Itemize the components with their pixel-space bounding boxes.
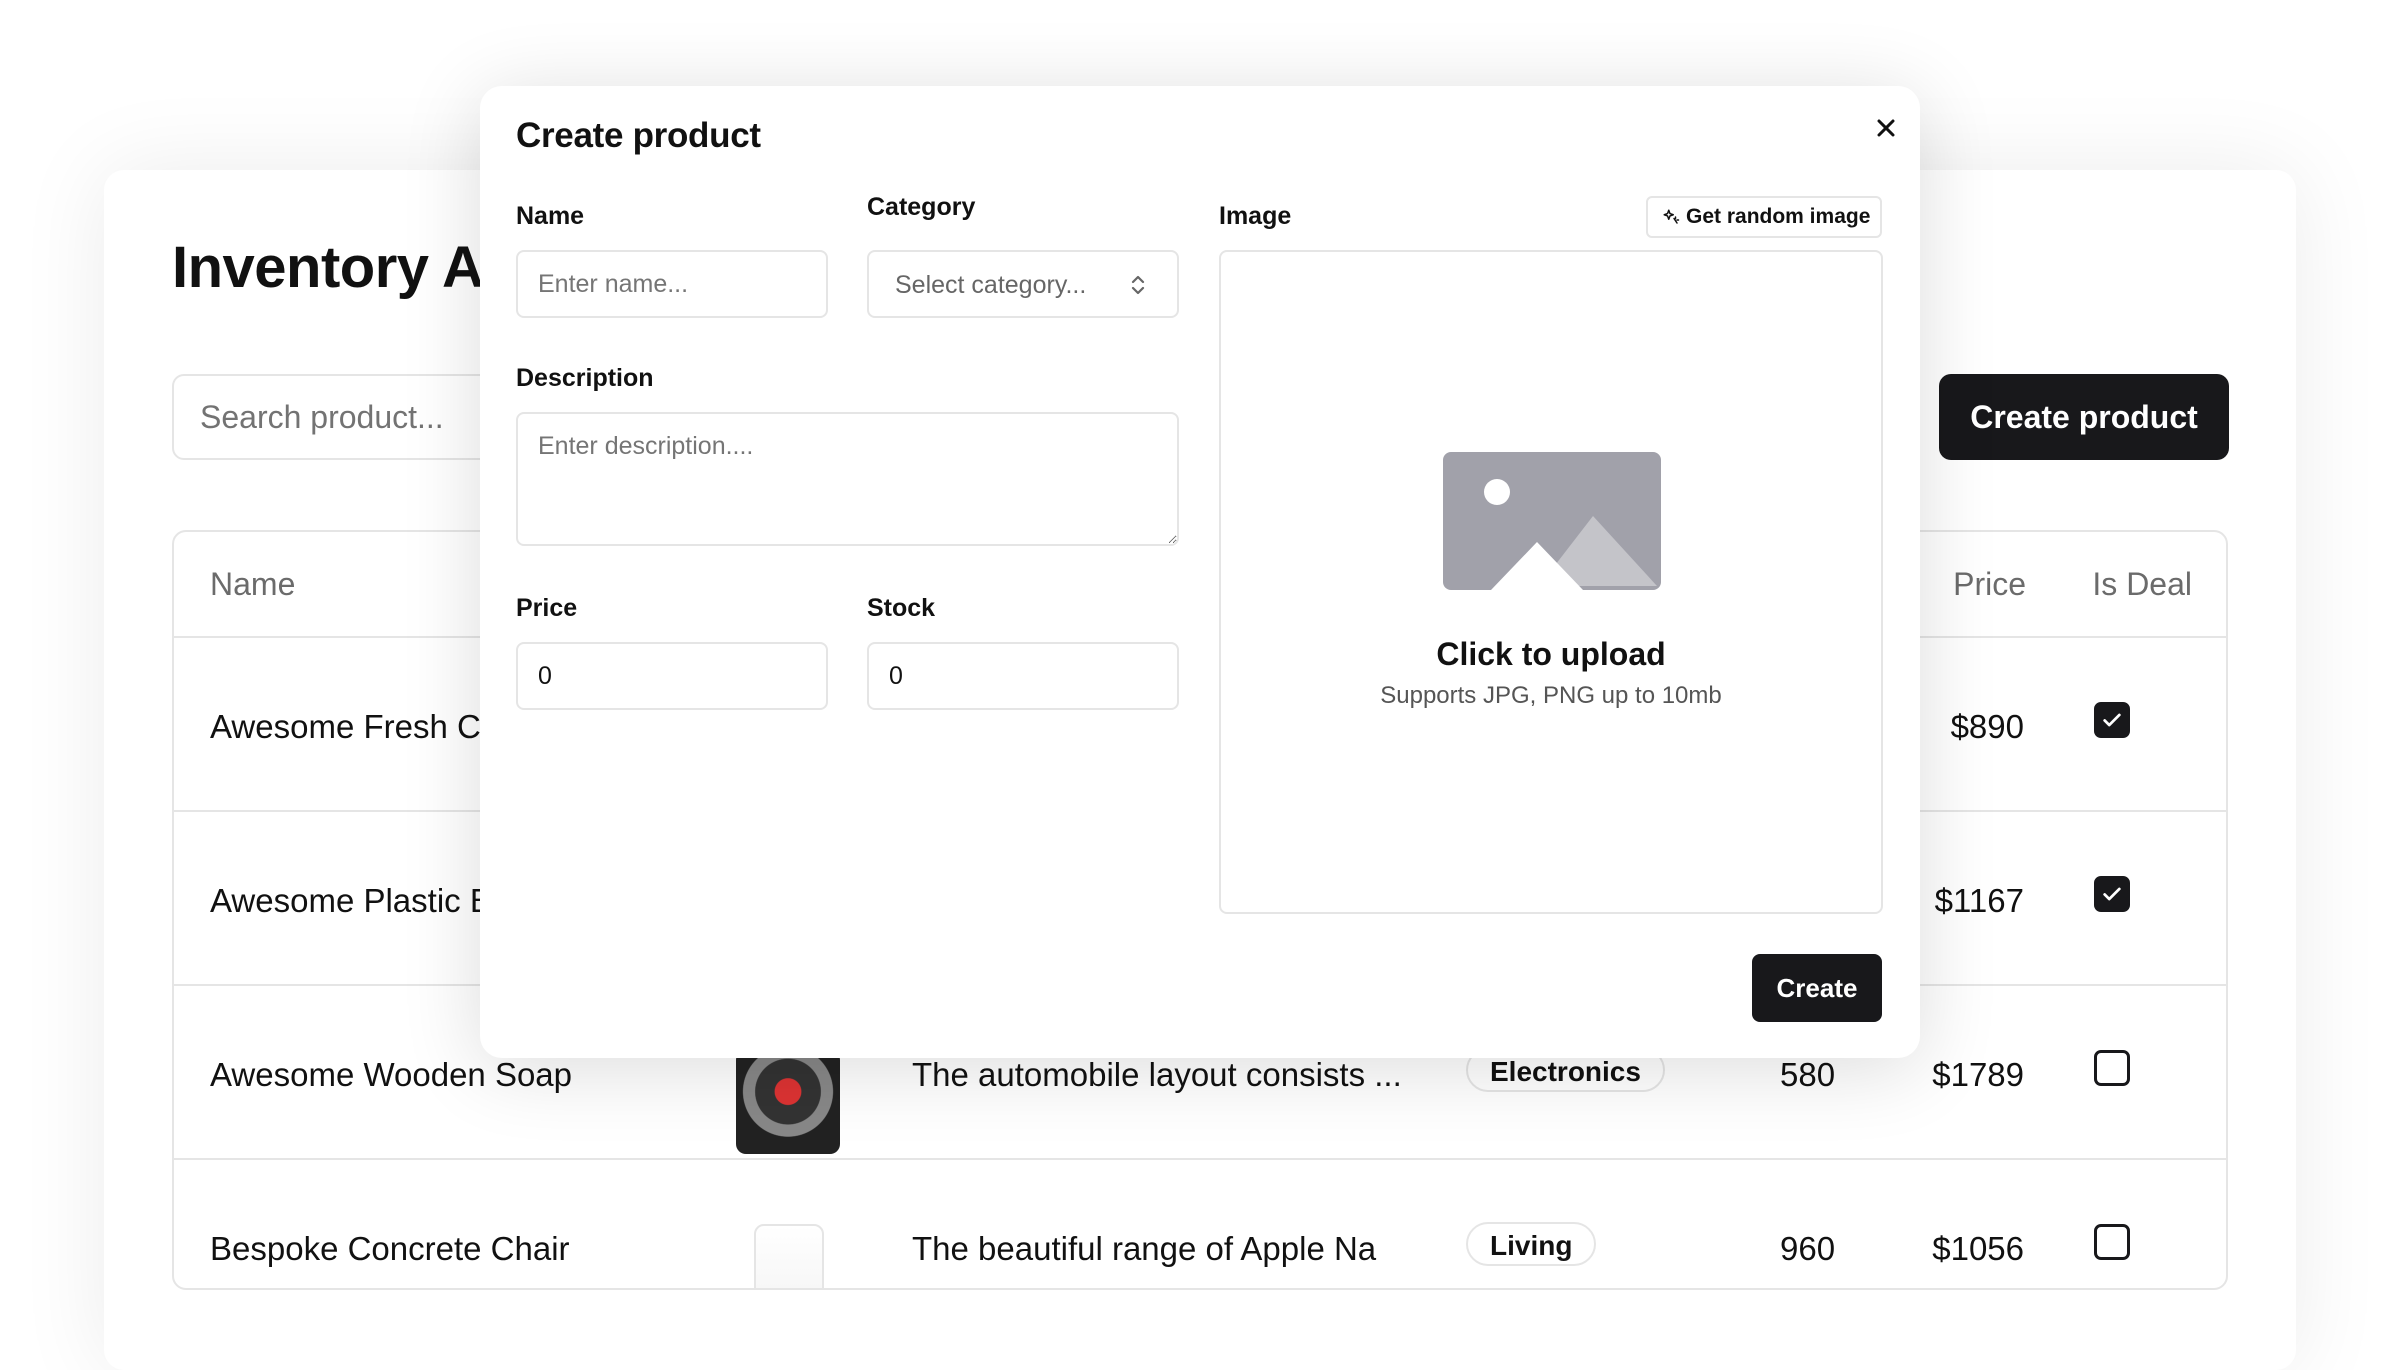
product-name: Bespoke Concrete Chair	[210, 1230, 570, 1267]
product-name: Awesome Wooden Soap	[210, 1056, 573, 1093]
product-thumbnail	[736, 1050, 840, 1154]
price-label: Price	[516, 594, 578, 622]
product-description: The automobile layout consists ...	[912, 1056, 1402, 1093]
upload-subtitle: Supports JPG, PNG up to 10mb	[1380, 682, 1722, 709]
chevron-up-down-icon	[1131, 275, 1145, 295]
is-deal-checkbox[interactable]	[2094, 1050, 2130, 1086]
category-select[interactable]: Select category...	[867, 250, 1179, 318]
description-textarea[interactable]	[516, 412, 1179, 546]
is-deal-checkbox[interactable]	[2094, 1224, 2130, 1260]
upload-title: Click to upload	[1436, 636, 1666, 672]
image-label: Image	[1219, 202, 1292, 230]
column-header-price[interactable]: Price	[1953, 566, 2026, 603]
sparkle-icon	[1663, 209, 1680, 224]
check-icon	[2103, 713, 2121, 727]
product-name: Awesome Plastic B	[210, 882, 492, 919]
category-select-value: Select category...	[895, 271, 1087, 299]
page-title: Inventory Ap	[172, 235, 519, 300]
product-price: $1056	[1932, 1230, 2024, 1267]
image-placeholder-icon	[1443, 452, 1661, 590]
category-label: Category	[867, 193, 976, 221]
get-random-image-button[interactable]: Get random image	[1646, 196, 1882, 238]
is-deal-checkbox[interactable]	[2094, 702, 2130, 738]
name-label: Name	[516, 202, 585, 230]
dialog-title: Create product	[516, 116, 761, 155]
create-button[interactable]: Create	[1752, 954, 1882, 1022]
product-price: $1167	[1934, 882, 2024, 919]
is-deal-checkbox[interactable]	[2094, 876, 2130, 912]
column-header-name[interactable]: Name	[210, 566, 295, 603]
product-name: Awesome Fresh Ch	[210, 708, 500, 745]
column-header-is-deal[interactable]: Is Deal	[2092, 566, 2192, 603]
stock-input[interactable]	[867, 642, 1179, 710]
close-icon	[1877, 119, 1895, 137]
product-stock: 580	[1780, 1056, 1836, 1093]
name-input[interactable]	[516, 250, 828, 318]
product-stock: 960	[1780, 1230, 1836, 1267]
table-row[interactable]: Bespoke Concrete Chair The beautiful ran…	[174, 1160, 2226, 1288]
description-label: Description	[516, 364, 654, 392]
create-product-dialog: Create product Name Category Select cate…	[480, 86, 1920, 1058]
check-icon	[2103, 887, 2121, 901]
product-description: The beautiful range of Apple Na	[912, 1230, 1377, 1267]
close-button[interactable]	[1866, 108, 1906, 148]
price-input[interactable]	[516, 642, 828, 710]
get-random-image-label: Get random image	[1686, 205, 1871, 228]
category-badge: Living	[1466, 1222, 1597, 1266]
product-price: $1789	[1932, 1056, 2024, 1093]
product-price: $890	[1950, 708, 2024, 745]
product-thumbnail	[754, 1224, 824, 1288]
create-product-button[interactable]: Create product	[1939, 374, 2229, 460]
stock-label: Stock	[867, 594, 936, 622]
image-upload-dropzone[interactable]: Click to upload Supports JPG, PNG up to …	[1219, 250, 1883, 914]
